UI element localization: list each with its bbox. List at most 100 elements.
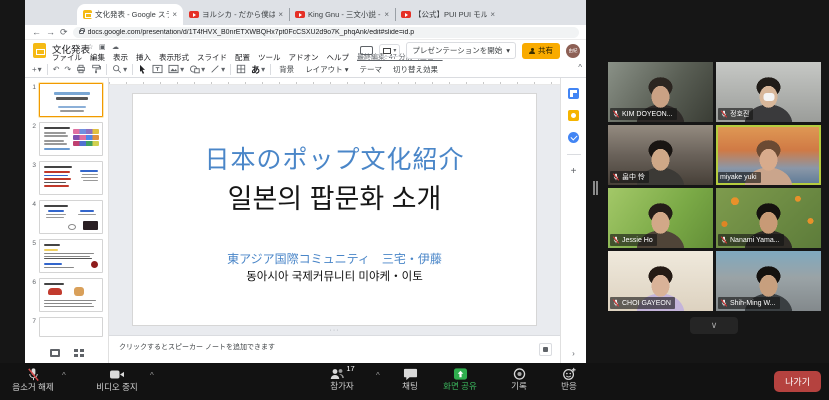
slide-subtitle-korean[interactable]: 동아시아 국제커뮤니티 미야케・이토 [133,268,536,284]
address-bar[interactable]: docs.google.com/presentation/d/1T4fHVX_B… [73,27,579,38]
account-avatar[interactable]: 由紀 [566,44,580,58]
thumbnail-list: 1 2 [25,83,108,337]
chat-bubble-icon [403,367,418,381]
expand-panel-icon[interactable]: › [572,349,575,358]
slide-canvas[interactable]: 日本のポップ文化紹介 일본의 팝문화 소개 東アジア国際コミュニティ 三宅・伊藤… [109,85,560,335]
text-box-icon[interactable] [152,64,163,74]
grid-view-icon[interactable] [74,349,84,357]
share-label: 共有 [538,45,553,56]
google-tasks-icon[interactable] [568,132,579,143]
participant-video-kim-doyeon[interactable]: KIM DOYEON... [608,62,713,122]
screen-icon [383,48,391,54]
star-icon[interactable]: ☆ [87,43,93,51]
undo-icon[interactable]: ↶ [53,65,60,74]
background-button[interactable]: 背景 [276,62,297,77]
notes-options-button[interactable] [539,343,552,356]
thumb-decor [44,140,64,142]
tab-close-icon[interactable]: × [384,10,389,19]
tab-close-icon[interactable]: × [172,10,177,19]
reactions-label: 반응 [561,382,577,391]
participant-video-nanami-yama[interactable]: Nanami Yama... [716,188,821,248]
participant-video-miyake-yuki-active-speaker[interactable]: miyake yuki [716,125,821,185]
comments-icon[interactable] [360,46,373,55]
mic-options-caret-icon[interactable]: ^ [62,371,66,380]
thumb-decor [44,166,72,168]
insert-line-icon[interactable]: ▾ [210,64,225,74]
tab-close-icon[interactable]: × [278,10,283,19]
cloud-status-icon: ☁ [112,43,119,51]
participant-video-jeong-hojin[interactable]: 정호진 [716,62,821,122]
mic-muted-icon [720,110,728,118]
zoom-tool-icon[interactable]: ▾ [112,64,127,74]
participants-options-caret-icon[interactable]: ^ [376,371,380,380]
current-slide[interactable]: 日本のポップ文化紹介 일본의 팝문화 소개 東アジア国際コミュニティ 三宅・伊藤… [132,93,537,326]
speaker-notes-panel[interactable]: クリックするとスピーカー ノートを追加できます [109,335,560,363]
participant-video-choi-gayeon[interactable]: CHOI GAYEON [608,251,713,311]
share-screen-button[interactable]: 화면 공유 [434,367,486,391]
theme-button[interactable]: テーマ [357,62,386,77]
layout-button[interactable]: レイアウト ▾ [302,62,351,77]
thumb-image-decor [83,221,98,230]
start-presentation-button[interactable]: プレゼンテーションを開始▾ [406,42,516,59]
video-options-caret-icon[interactable]: ^ [150,371,154,380]
table-grid-icon[interactable] [236,64,246,74]
share-screen-icon [453,367,468,381]
transition-button[interactable]: 切り替え効果 [390,62,441,77]
participant-video-hatanaka[interactable]: 畠中 怜 [608,125,713,185]
insert-shape-icon[interactable]: ▾ [189,64,205,74]
participant-nametag: miyake yuki [718,172,761,183]
panel-resize-handle[interactable] [593,181,598,195]
collapse-video-strip-button[interactable]: ∨ [690,317,738,334]
slide-thumbnail-5[interactable] [39,239,103,273]
forward-icon[interactable]: → [46,28,55,37]
reload-icon[interactable]: ⟳ [60,28,68,37]
slide-thumbnail-7[interactable] [39,317,103,337]
insert-image-icon[interactable]: ▾ [168,64,184,74]
record-button[interactable]: 기록 [500,367,538,391]
print-icon[interactable] [76,64,86,74]
back-icon[interactable]: ← [32,28,41,37]
thumb-decor [44,127,70,129]
google-keep-icon[interactable] [568,110,579,121]
share-button[interactable]: 共有 [522,43,560,59]
unmute-button[interactable]: 음소거 해제 [6,367,60,392]
slide-thumbnail-6[interactable] [39,278,103,312]
new-slide-button[interactable]: +▾ [32,65,42,74]
slide-thumbnail-1-selected[interactable] [39,83,103,117]
google-calendar-icon[interactable] [568,88,579,99]
add-addon-icon[interactable]: + [571,166,577,177]
tab-close-icon[interactable]: × [490,10,495,19]
thumb-decor [81,177,98,178]
slide-title-korean[interactable]: 일본의 팝문화 소개 [133,177,536,216]
thumb-decor [82,174,98,175]
participant-video-jessie-ho[interactable]: Jessie Ho [608,188,713,248]
stop-video-button[interactable]: 비디오 중지 [86,367,148,392]
tab-slides[interactable]: 文化発表 - Google スライド × [77,4,183,25]
tab-youtube-yorushika[interactable]: ヨルシカ - だから僕は音楽を辞めた… × [183,4,289,25]
thumb-decor [44,182,66,184]
slide-title-japanese[interactable]: 日本のポップ文化紹介 [133,140,536,176]
chat-button[interactable]: 채팅 [390,367,430,391]
slide-number: 5 [28,239,36,273]
slide-subtitle-japanese[interactable]: 東アジア国際コミュニティ 三宅・伊藤 [133,250,536,267]
thumb-image-decor [48,288,62,295]
leave-meeting-button[interactable]: 나가기 [774,371,821,392]
tab-youtube-molcar[interactable]: 【公式】PUI PUI モルカー 第1話… × [395,4,501,25]
move-folder-icon[interactable]: ▣ [99,43,106,51]
text-format-icon[interactable]: あ▾ [251,63,265,76]
hide-menus-caret-icon[interactable]: ^ [578,63,582,72]
redo-icon[interactable]: ↷ [64,65,71,74]
select-cursor-icon[interactable] [138,64,147,74]
present-mode-icon[interactable]: ▾ [379,44,400,57]
thumbnail-row-2: 2 [25,122,108,156]
slide-thumbnail-2[interactable] [39,122,103,156]
slide-thumbnail-4[interactable] [39,200,103,234]
participants-button[interactable]: 17 참가자 [312,367,372,391]
reactions-button[interactable]: 반응 [550,367,588,391]
notes-resize-dots[interactable]: ··· [330,327,340,334]
slide-thumbnail-3[interactable] [39,161,103,195]
participant-video-shih-ming[interactable]: Shih-Ming W... [716,251,821,311]
filmstrip-view-icon[interactable] [50,349,60,357]
tab-youtube-kinggnu[interactable]: King Gnu - 三文小説 - YouTube × [289,4,395,25]
paint-format-icon[interactable] [91,64,101,74]
